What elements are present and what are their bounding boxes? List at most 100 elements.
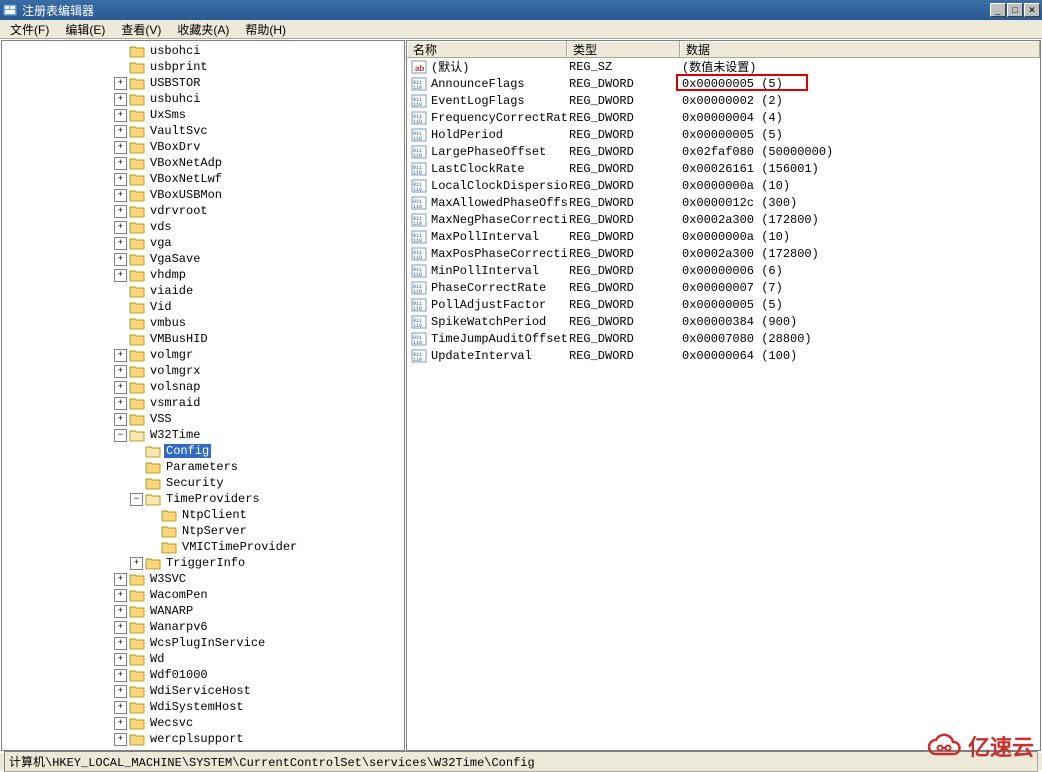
tree-label[interactable]: Wecsvc — [148, 716, 195, 730]
tree-row[interactable]: usbohci — [2, 43, 404, 59]
minimize-button[interactable]: _ — [990, 3, 1006, 17]
list-row[interactable]: 011110MaxAllowedPhaseOffsetREG_DWORD0x00… — [407, 194, 1040, 211]
col-name[interactable]: 名称 — [407, 41, 567, 57]
tree-label[interactable]: W3SVC — [148, 572, 188, 586]
expand-icon[interactable]: + — [114, 621, 127, 634]
tree-label[interactable]: Parameters — [164, 460, 240, 474]
tree-label[interactable]: Security — [164, 476, 226, 490]
tree-row[interactable]: + wercplsupport — [2, 731, 404, 747]
maximize-button[interactable]: □ — [1007, 3, 1023, 17]
tree-label[interactable]: NtpClient — [180, 508, 249, 522]
expand-icon[interactable]: + — [114, 205, 127, 218]
expand-icon[interactable]: + — [114, 173, 127, 186]
expand-icon[interactable]: + — [114, 189, 127, 202]
expand-icon[interactable]: + — [114, 109, 127, 122]
tree-label[interactable]: VaultSvc — [148, 124, 210, 138]
tree-label[interactable]: vsmraid — [148, 396, 202, 410]
tree-row[interactable]: + vsmraid — [2, 395, 404, 411]
expand-icon[interactable]: + — [114, 269, 127, 282]
list-row[interactable]: 011110FrequencyCorrectRateREG_DWORD0x000… — [407, 109, 1040, 126]
expand-icon[interactable]: + — [114, 733, 127, 746]
tree-row[interactable]: +VBoxNetAdp — [2, 155, 404, 171]
tree-row[interactable]: Parameters — [2, 459, 404, 475]
tree-row[interactable]: +WdiServiceHost — [2, 683, 404, 699]
list-row[interactable]: 011110MaxPollIntervalREG_DWORD0x0000000a… — [407, 228, 1040, 245]
tree-row[interactable]: + UxSms — [2, 107, 404, 123]
tree-label[interactable]: Wanarpv6 — [148, 620, 210, 634]
tree-label[interactable]: VBoxNetAdp — [148, 156, 224, 170]
list-row[interactable]: 011110UpdateIntervalREG_DWORD0x00000064 … — [407, 347, 1040, 364]
expand-icon[interactable]: + — [114, 413, 127, 426]
tree-row[interactable]: +WacomPen — [2, 587, 404, 603]
tree-row[interactable]: +usbuhci — [2, 91, 404, 107]
tree-label[interactable]: USBSTOR — [148, 76, 202, 90]
col-type[interactable]: 类型 — [567, 41, 680, 57]
tree-row[interactable]: +VgaSave — [2, 251, 404, 267]
tree-row[interactable]: Config — [2, 443, 404, 459]
tree-row[interactable]: + WdiSystemHost — [2, 699, 404, 715]
tree-row[interactable]: + Wecsvc — [2, 715, 404, 731]
list-pane[interactable]: 名称 类型 数据 ab(默认)REG_SZ(数值未设置)011110Announ… — [406, 40, 1041, 751]
expand-icon[interactable]: + — [114, 253, 127, 266]
expand-icon[interactable]: + — [114, 221, 127, 234]
expand-icon[interactable]: + — [114, 237, 127, 250]
tree-label[interactable]: Config — [164, 444, 211, 458]
tree-label[interactable]: VBoxUSBMon — [148, 188, 224, 202]
expand-icon[interactable]: + — [114, 397, 127, 410]
tree-label[interactable]: WcsPlugInService — [148, 636, 267, 650]
tree-pane[interactable]: usbohciusbprint+USBSTOR+usbuhci+UxSms+Va… — [1, 40, 405, 751]
tree-row[interactable]: +VSS — [2, 411, 404, 427]
tree-row[interactable]: +volmgrx — [2, 363, 404, 379]
list-row[interactable]: 011110EventLogFlagsREG_DWORD0x00000002 (… — [407, 92, 1040, 109]
list-row[interactable]: 011110SpikeWatchPeriodREG_DWORD0x0000038… — [407, 313, 1040, 330]
list-row[interactable]: 011110MaxPosPhaseCorrectionREG_DWORD0x00… — [407, 245, 1040, 262]
tree-label[interactable]: WdiSystemHost — [148, 700, 246, 714]
list-row[interactable]: 011110PollAdjustFactorREG_DWORD0x0000000… — [407, 296, 1040, 313]
tree-label[interactable]: Wd — [148, 652, 166, 666]
tree-label[interactable]: vga — [148, 236, 174, 250]
tree-row[interactable]: NtpServer — [2, 523, 404, 539]
tree-row[interactable]: +volmgr — [2, 347, 404, 363]
list-row[interactable]: 011110MinPollIntervalREG_DWORD0x00000006… — [407, 262, 1040, 279]
expand-icon[interactable]: + — [114, 573, 127, 586]
tree-row[interactable]: +VaultSvc — [2, 123, 404, 139]
collapse-icon[interactable]: − — [130, 493, 143, 506]
tree-label[interactable]: VMICTimeProvider — [180, 540, 299, 554]
tree-row[interactable]: −TimeProviders — [2, 491, 404, 507]
tree-row[interactable]: −W32Time — [2, 427, 404, 443]
menu-file[interactable]: 文件(F) — [2, 19, 57, 40]
list-row[interactable]: 011110LastClockRateREG_DWORD0x00026161 (… — [407, 160, 1040, 177]
tree-row[interactable]: viaide — [2, 283, 404, 299]
tree-label[interactable]: WANARP — [148, 604, 195, 618]
tree-label[interactable]: Vid — [148, 300, 174, 314]
tree-label[interactable]: vdrvroot — [148, 204, 210, 218]
menu-help[interactable]: 帮助(H) — [237, 19, 294, 40]
tree-row[interactable]: + vhdmp — [2, 267, 404, 283]
expand-icon[interactable]: + — [114, 669, 127, 682]
expand-icon[interactable]: + — [114, 77, 127, 90]
expand-icon[interactable]: + — [114, 717, 127, 730]
tree-label[interactable]: volsnap — [148, 380, 202, 394]
expand-icon[interactable]: + — [114, 381, 127, 394]
tree-row[interactable]: + Wd — [2, 651, 404, 667]
expand-icon[interactable]: + — [114, 141, 127, 154]
list-row[interactable]: 011110HoldPeriodREG_DWORD0x00000005 (5) — [407, 126, 1040, 143]
col-data[interactable]: 数据 — [680, 41, 1040, 57]
tree-label[interactable]: wercplsupport — [148, 732, 246, 746]
tree-label[interactable]: UxSms — [148, 108, 188, 122]
tree-row[interactable]: Vid — [2, 299, 404, 315]
list-row[interactable]: 011110PhaseCorrectRateREG_DWORD0x0000000… — [407, 279, 1040, 296]
tree-label[interactable]: vhdmp — [148, 268, 188, 282]
tree-label[interactable]: viaide — [148, 284, 195, 298]
expand-icon[interactable]: + — [114, 653, 127, 666]
tree-row[interactable]: usbprint — [2, 59, 404, 75]
tree-label[interactable]: VBoxDrv — [148, 140, 202, 154]
expand-icon[interactable]: + — [114, 605, 127, 618]
tree-row[interactable]: + WANARP — [2, 603, 404, 619]
expand-icon[interactable]: + — [114, 685, 127, 698]
tree-label[interactable]: W32Time — [148, 428, 202, 442]
tree-row[interactable]: NtpClient — [2, 507, 404, 523]
expand-icon[interactable]: + — [114, 701, 127, 714]
tree-row[interactable]: + W3SVC — [2, 571, 404, 587]
close-button[interactable]: ✕ — [1024, 3, 1040, 17]
